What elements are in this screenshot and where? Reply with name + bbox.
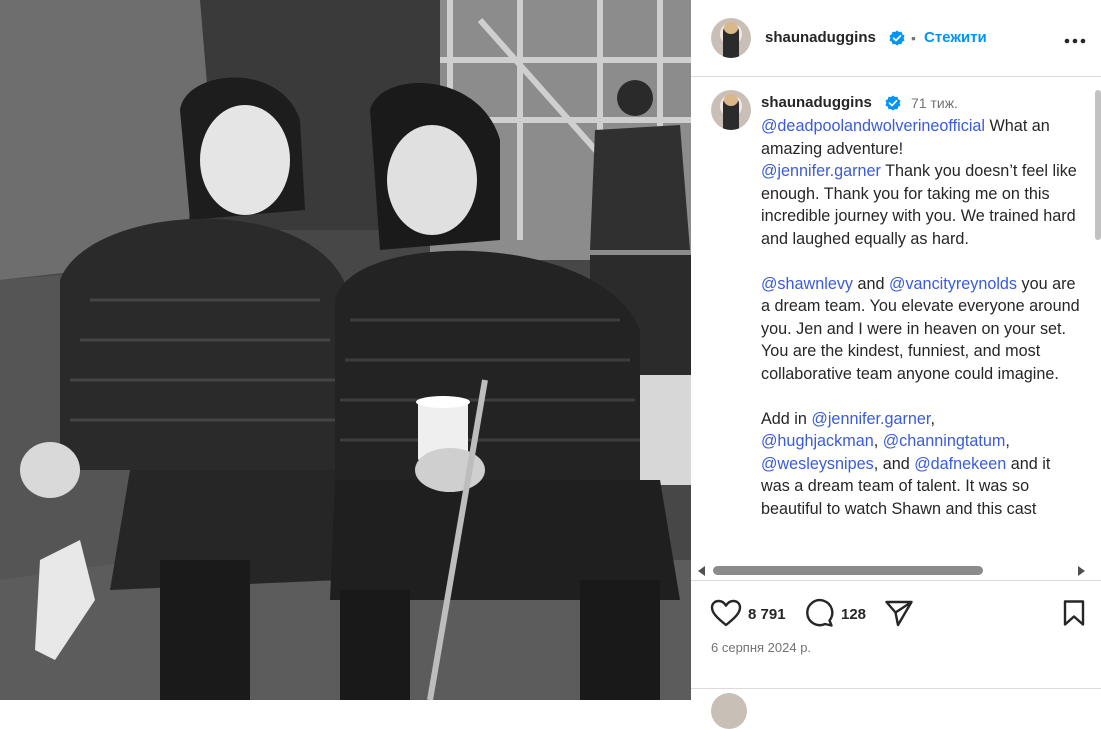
mention-link[interactable]: @shawnlevy: [761, 275, 853, 293]
post-caption: @deadpoolandwolverineofficial What an am…: [761, 115, 1081, 543]
likes-count[interactable]: 8 791: [748, 606, 786, 623]
header-separator: •: [911, 30, 916, 46]
author-avatar[interactable]: [711, 18, 751, 58]
post-time-ago[interactable]: 71 тиж.: [911, 95, 958, 111]
mention-link[interactable]: @hughjackman: [761, 432, 874, 450]
post-side-panel: shaunaduggins • Стежити shaunaduggins 71…: [691, 0, 1101, 729]
caption-text: ,: [930, 409, 935, 428]
scroll-right-arrow-icon[interactable]: [1078, 566, 1085, 576]
vertical-scrollbar[interactable]: [1093, 80, 1101, 560]
vertical-scrollbar-thumb[interactable]: [1095, 90, 1101, 240]
post-header: shaunaduggins • Стежити: [691, 0, 1101, 77]
follow-button[interactable]: Стежити: [924, 29, 987, 46]
mention-link[interactable]: @channingtatum: [883, 432, 1006, 450]
caption-text: , and: [873, 454, 915, 473]
caption-paragraph-3: Add in @jennifer.garner, @hughjackman, @…: [761, 408, 1081, 521]
caption-paragraph-1: @deadpoolandwolverineofficial What an am…: [761, 115, 1081, 250]
more-options-button[interactable]: [1064, 24, 1086, 50]
post-photo[interactable]: [0, 0, 691, 700]
horizontal-scrollbar[interactable]: [691, 563, 1101, 579]
comment-icon[interactable]: [804, 598, 834, 628]
mention-link[interactable]: @wesleysnipes: [761, 455, 874, 473]
caption-text: ,: [873, 432, 883, 450]
scroll-left-arrow-icon[interactable]: [698, 566, 705, 576]
caption-author-avatar[interactable]: [711, 90, 751, 130]
post-actions: 8 791 128 6 серпня 2024 р.: [691, 580, 1101, 729]
caption-text: Add in: [761, 409, 812, 428]
mention-link[interactable]: @deadpoolandwolverineofficial: [761, 117, 985, 135]
heart-icon[interactable]: [710, 599, 742, 627]
bookmark-icon[interactable]: [1062, 599, 1086, 627]
caption-paragraph-2: @shawnlevy and @vancityreynolds you are …: [761, 273, 1081, 386]
caption-author-username[interactable]: shaunaduggins: [761, 94, 872, 111]
verified-badge-icon: [885, 95, 901, 111]
post-date[interactable]: 6 серпня 2024 р.: [711, 640, 811, 655]
photo-illustration: [0, 0, 691, 700]
mention-link[interactable]: @jennifer.garner: [761, 162, 881, 180]
mention-link[interactable]: @vancityreynolds: [889, 275, 1017, 293]
more-dots-icon: [1064, 38, 1086, 44]
mention-link[interactable]: @dafnekeen: [914, 455, 1006, 473]
mention-link[interactable]: @jennifer.garner: [811, 410, 930, 428]
comment-box-divider: [691, 688, 1101, 689]
viewer-avatar: [711, 693, 747, 729]
author-username[interactable]: shaunaduggins: [765, 29, 876, 46]
verified-badge-icon: [889, 30, 905, 46]
horizontal-scrollbar-thumb[interactable]: [713, 566, 983, 575]
comments-count[interactable]: 128: [841, 606, 866, 623]
caption-text: ,: [1005, 432, 1010, 450]
caption-scroll-area[interactable]: shaunaduggins 71 тиж. @deadpoolandwolver…: [691, 77, 1101, 563]
send-icon[interactable]: [884, 599, 914, 627]
instagram-post-view: shaunaduggins • Стежити shaunaduggins 71…: [0, 0, 1101, 729]
caption-text: and: [853, 274, 890, 293]
